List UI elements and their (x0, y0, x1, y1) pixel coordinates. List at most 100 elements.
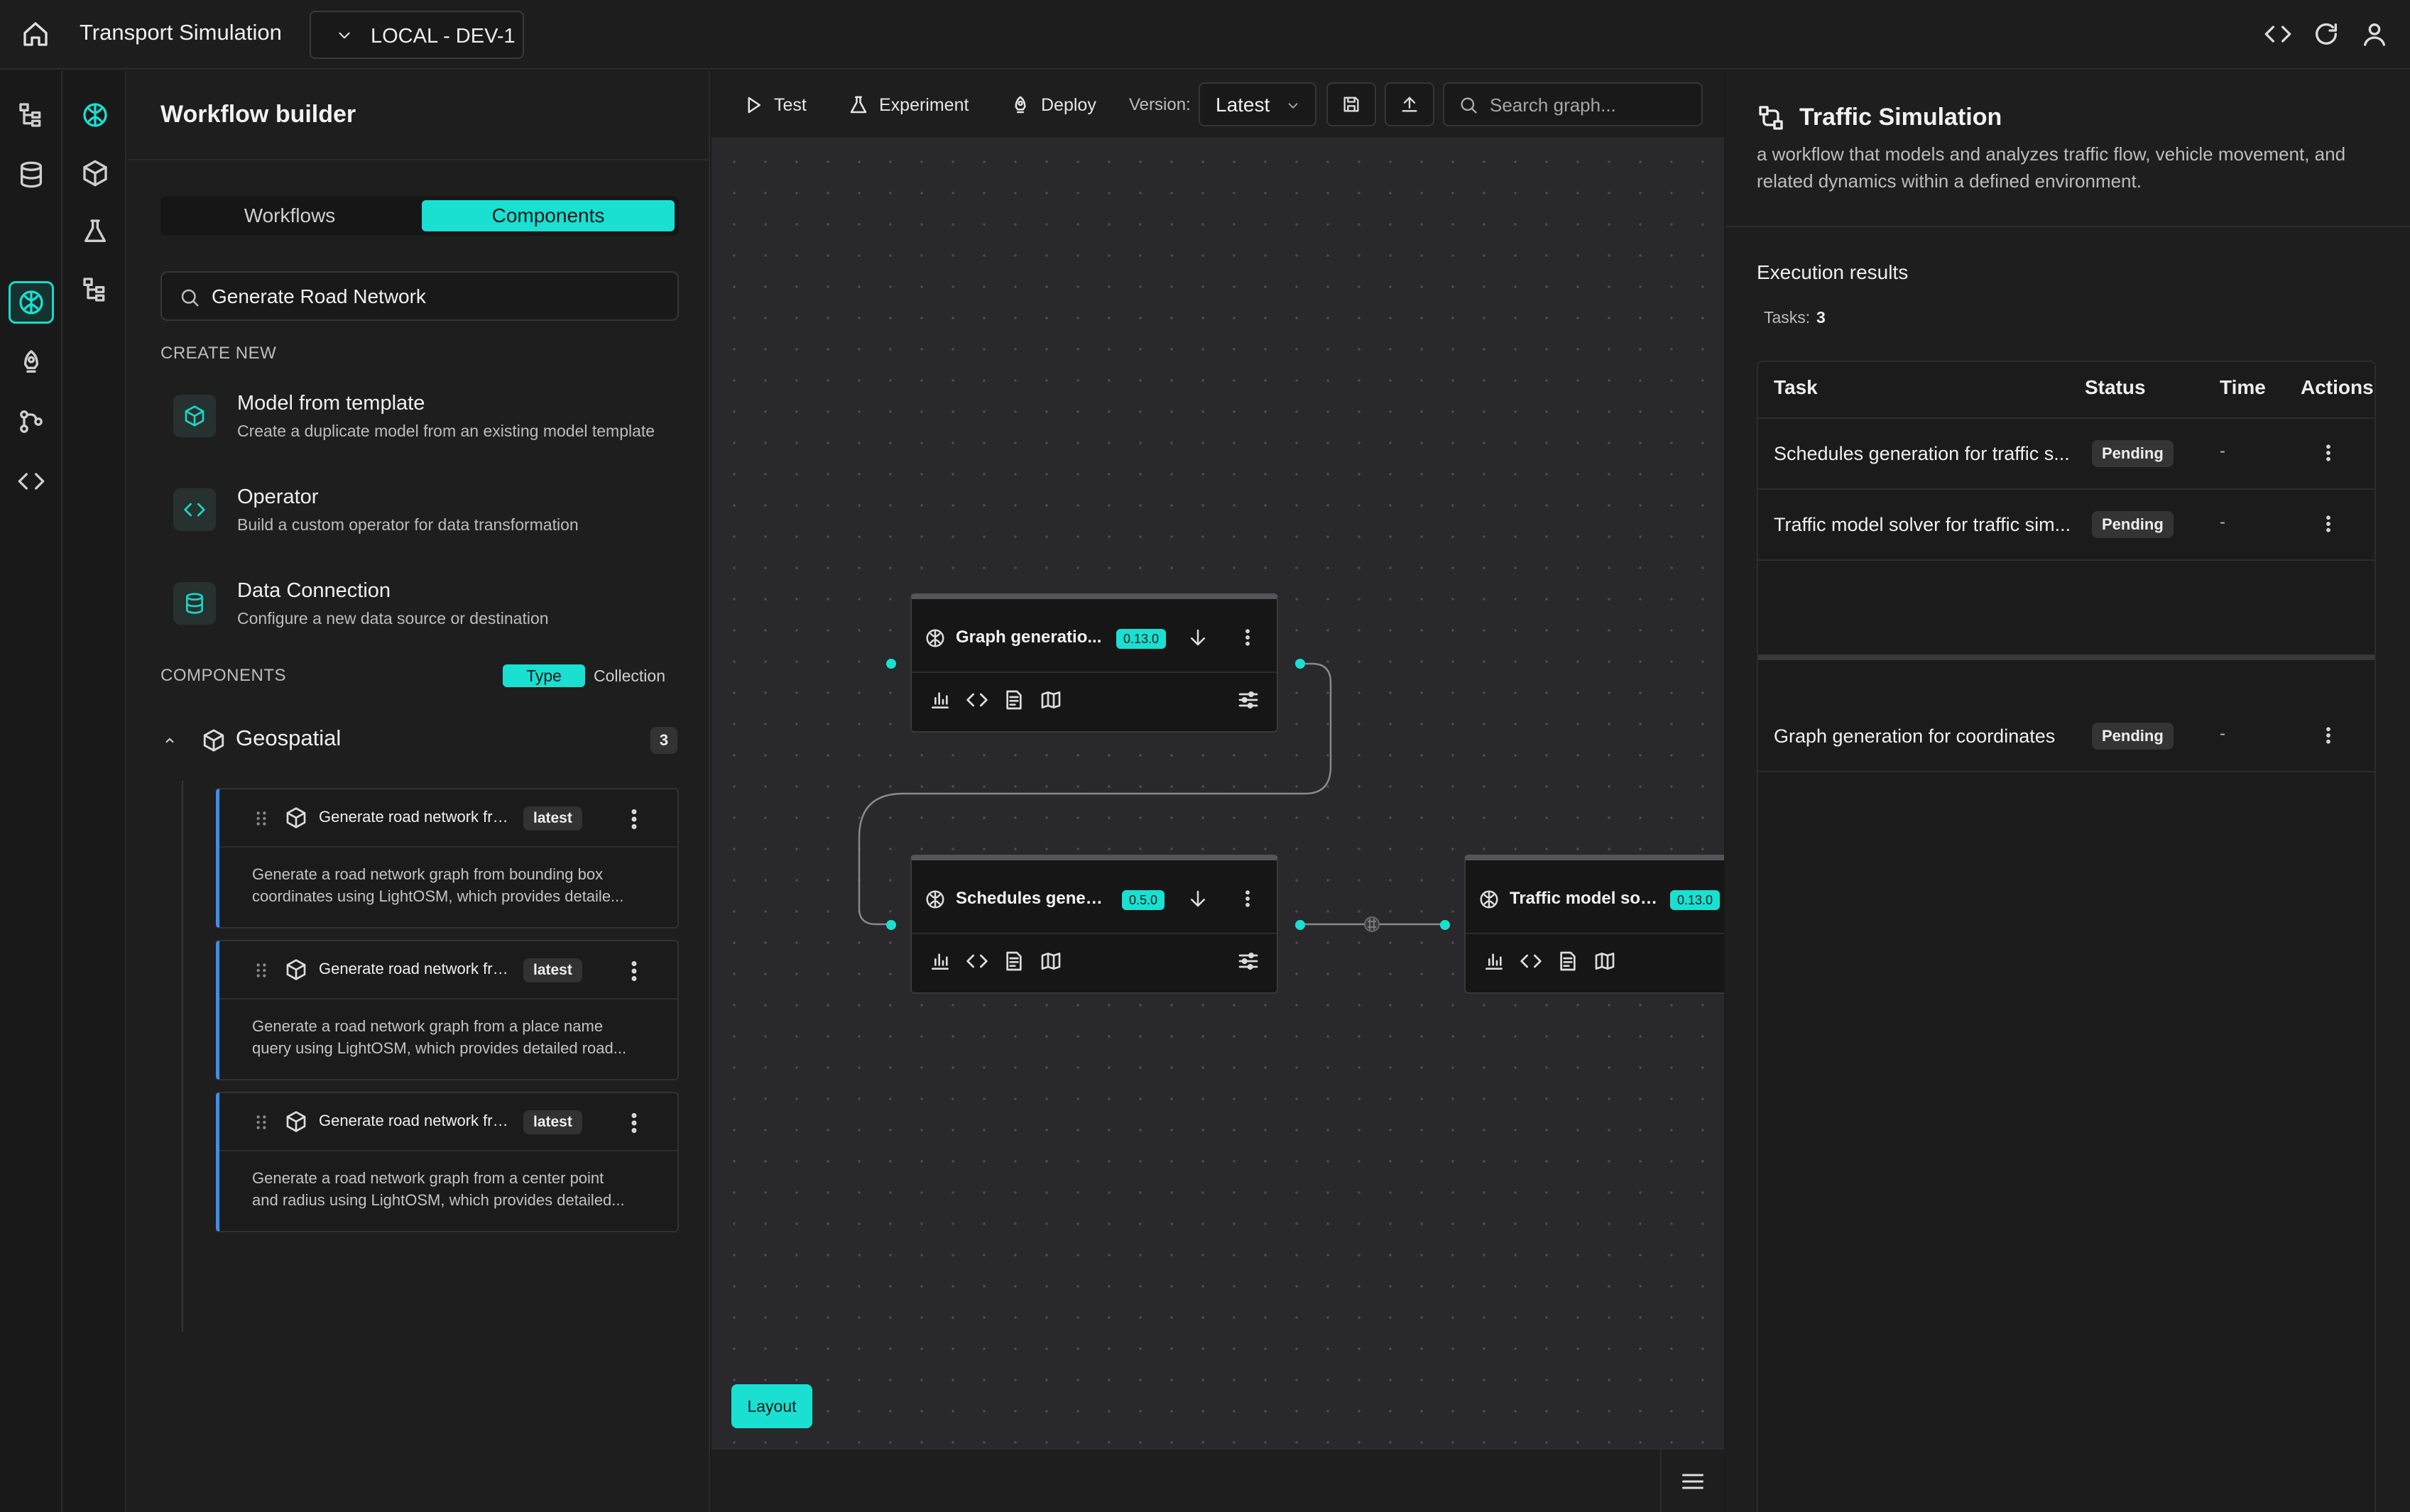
brain-icon[interactable] (81, 101, 109, 129)
arrow-down-icon[interactable] (1187, 887, 1209, 910)
tab-workflows[interactable]: Workflows (160, 196, 419, 236)
more-options-icon[interactable] (2318, 510, 2339, 538)
version-value: Latest (1216, 94, 1270, 116)
cube-icon[interactable] (81, 159, 109, 187)
column-header-task: Task (1774, 376, 1818, 398)
flask-icon (848, 94, 869, 116)
create-new-heading: CREATE NEW (160, 344, 277, 363)
arrow-down-icon[interactable] (1187, 626, 1209, 649)
more-options-icon[interactable] (621, 1109, 647, 1137)
drag-handle-icon[interactable] (252, 1112, 271, 1133)
chart-icon[interactable] (929, 689, 952, 711)
more-options-icon[interactable] (621, 805, 647, 833)
node-header: Traffic model sol... 0.13.0 (1466, 860, 1724, 934)
task-name: Traffic model solver for traffic sim... (1774, 514, 2071, 535)
filter-collection[interactable]: Collection (594, 663, 665, 689)
chevron-down-icon (335, 26, 354, 45)
document-icon[interactable] (1556, 950, 1579, 973)
component-description-line: Generate a road network graph from a cen… (252, 1169, 604, 1187)
create-item-title: Operator (237, 486, 319, 508)
filter-type[interactable]: Type (503, 664, 585, 687)
document-icon[interactable] (1003, 689, 1025, 711)
node-output-port[interactable] (1295, 659, 1305, 669)
node-title: Traffic model sol... (1510, 889, 1659, 908)
create-data-connection[interactable]: Data Connection Configure a new data sou… (173, 576, 670, 654)
table-row[interactable]: Graph generation for coordinates Pending… (1758, 701, 2374, 772)
group-geospatial[interactable]: Geospatial 3 (160, 721, 679, 761)
map-icon[interactable] (1040, 950, 1062, 973)
map-icon[interactable] (1040, 689, 1062, 711)
database-icon[interactable] (17, 160, 45, 189)
layout-button[interactable]: Layout (731, 1384, 812, 1428)
deploy-button[interactable]: Deploy (1010, 92, 1096, 118)
database-icon (173, 582, 216, 625)
code-icon[interactable] (966, 950, 988, 973)
tab-components[interactable]: Components (422, 200, 675, 231)
more-options-icon[interactable] (1237, 887, 1258, 910)
code-icon[interactable] (966, 689, 988, 711)
upload-icon[interactable] (1385, 82, 1434, 126)
settings-sliders-icon[interactable] (1237, 950, 1260, 973)
document-icon[interactable] (1003, 950, 1025, 973)
create-operator[interactable]: Operator Build a custom operator for dat… (173, 483, 670, 561)
hierarchy-icon[interactable] (17, 101, 45, 129)
graph-search[interactable] (1443, 82, 1703, 126)
search-input[interactable]: Generate Road Network (212, 285, 426, 308)
edge-midpoint-icon[interactable] (1364, 916, 1380, 932)
hierarchy-icon[interactable] (81, 275, 109, 304)
environment-select[interactable]: LOCAL - DEV-1 (310, 11, 524, 59)
chart-icon[interactable] (1483, 950, 1505, 973)
search-icon (1458, 95, 1478, 115)
create-model-from-template[interactable]: Model from template Create a duplicate m… (173, 389, 670, 467)
component-description-line: and radius using LightOSM, which provide… (252, 1191, 625, 1209)
refresh-icon[interactable] (2312, 20, 2340, 48)
user-icon[interactable] (2360, 20, 2389, 48)
drag-handle-icon[interactable] (252, 960, 271, 981)
code-icon[interactable] (2264, 20, 2292, 48)
code-icon[interactable] (17, 467, 45, 495)
chart-icon[interactable] (929, 950, 952, 973)
node-input-port[interactable] (1440, 920, 1450, 930)
chevron-up-icon[interactable] (160, 731, 179, 750)
component-card[interactable]: Generate road network fro... latest Gene… (216, 788, 679, 928)
node-traffic-model-solver[interactable]: Traffic model sol... 0.13.0 (1464, 855, 1724, 994)
task-time: - (2220, 724, 2225, 743)
brain-icon (1478, 889, 1500, 910)
map-icon[interactable] (1593, 950, 1616, 973)
more-options-icon[interactable] (1237, 626, 1258, 649)
branch-icon[interactable] (17, 407, 45, 436)
chevron-down-icon (1285, 98, 1301, 114)
graph-search-input[interactable] (1490, 92, 1696, 118)
cube-icon (173, 395, 216, 437)
node-graph-generation[interactable]: Graph generatio... 0.13.0 (910, 593, 1278, 733)
flask-icon[interactable] (81, 217, 109, 246)
settings-sliders-icon[interactable] (1237, 689, 1260, 711)
save-icon[interactable] (1326, 82, 1376, 126)
component-search[interactable]: Generate Road Network (160, 271, 679, 321)
table-row[interactable]: Traffic model solver for traffic sim... … (1758, 490, 2374, 561)
panel-title: Workflow builder (160, 101, 356, 128)
drag-handle-icon[interactable] (252, 808, 271, 829)
secondary-rail (64, 71, 126, 1512)
more-options-icon[interactable] (2318, 439, 2339, 467)
test-button[interactable]: Test (743, 92, 807, 118)
version-select[interactable]: Latest (1199, 82, 1316, 126)
menu-icon[interactable] (1660, 1450, 1724, 1512)
column-header-actions: Actions (2301, 376, 2374, 398)
component-card[interactable]: Generate road network fro... latest Gene… (216, 940, 679, 1080)
more-options-icon[interactable] (2318, 721, 2339, 750)
experiment-button[interactable]: Experiment (848, 92, 969, 118)
execution-results-title: Execution results (1757, 261, 1909, 283)
code-icon (173, 488, 216, 531)
code-icon[interactable] (1520, 950, 1542, 973)
node-output-port[interactable] (1295, 920, 1305, 930)
node-input-port[interactable] (886, 920, 896, 930)
component-card[interactable]: Generate road network fro... latest Gene… (216, 1092, 679, 1232)
more-options-icon[interactable] (621, 957, 647, 985)
graph-canvas[interactable]: Graph generatio... 0.13.0 Schedules gene… (711, 71, 1724, 1448)
deploy-icon[interactable] (17, 348, 45, 376)
table-row[interactable]: Schedules generation for traffic s... Pe… (1758, 419, 2374, 490)
node-schedules-generation[interactable]: Schedules gener... 0.5.0 (910, 855, 1278, 994)
node-input-port[interactable] (886, 659, 896, 669)
home-icon[interactable] (21, 20, 50, 48)
